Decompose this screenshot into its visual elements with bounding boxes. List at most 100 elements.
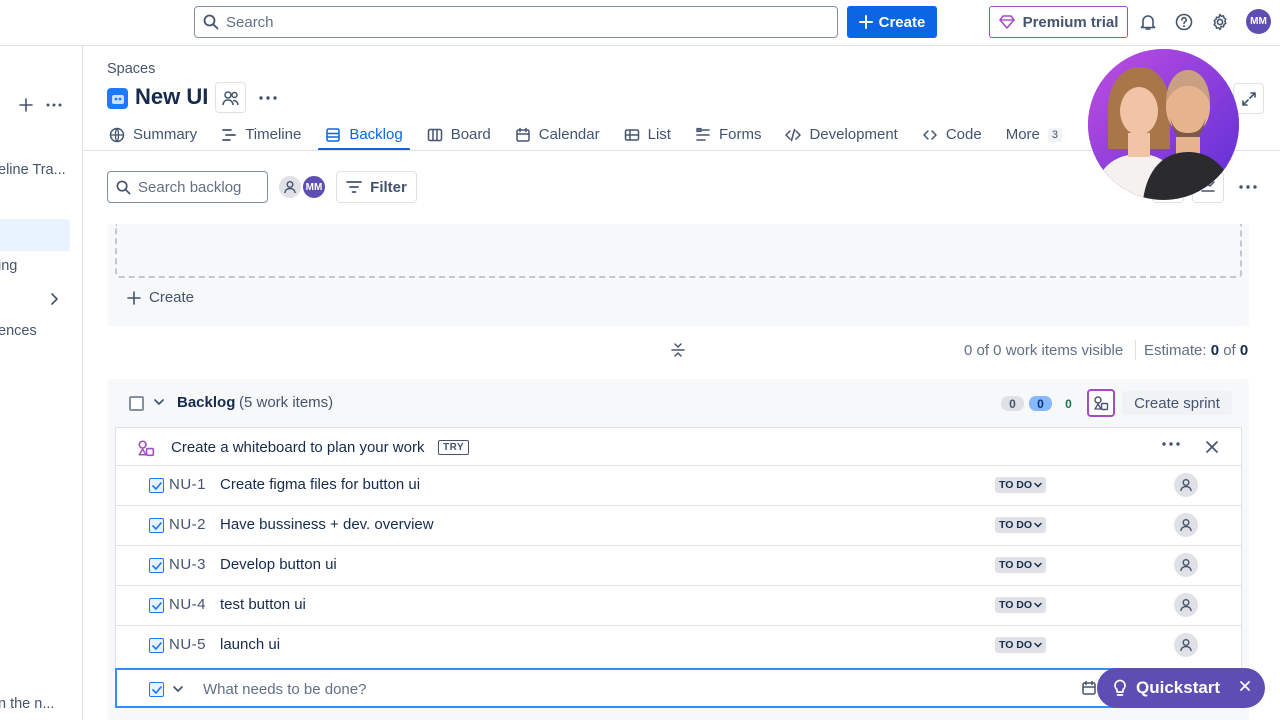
status-dropdown[interactable]: TO DO [995, 597, 1047, 613]
sidebar-item-references[interactable]: ences [0, 323, 37, 339]
settings-gear-icon[interactable] [1209, 11, 1231, 33]
global-search-input[interactable]: Search [194, 6, 838, 38]
quickstart-button[interactable]: Quickstart [1097, 668, 1265, 708]
diamond-icon [998, 15, 1015, 29]
tab-label: Summary [133, 126, 198, 143]
task-type-icon[interactable] [149, 682, 164, 697]
status-dropdown[interactable]: TO DO [995, 517, 1047, 533]
close-icon[interactable] [1205, 440, 1219, 454]
sidebar-item-planning[interactable]: ing [0, 258, 17, 274]
sidebar-item-active[interactable] [0, 219, 70, 251]
work-item-key[interactable]: NU-5 [169, 636, 206, 653]
sidebar-item-bottom[interactable]: n the n... [0, 696, 54, 712]
create-sprint-button[interactable]: Create sprint [1122, 391, 1232, 415]
backlog-select-checkbox[interactable] [129, 396, 144, 411]
sidebar-more-icon[interactable] [46, 103, 62, 107]
tab-forms[interactable]: Forms [686, 118, 771, 151]
chevron-down-icon[interactable] [172, 683, 184, 695]
table-row[interactable]: NU-3 Develop button ui TO DO [116, 546, 1241, 586]
new-work-item-input[interactable] [203, 677, 903, 701]
premium-trial-button[interactable]: Premium trial [989, 6, 1128, 38]
work-item-summary[interactable]: launch ui [220, 636, 280, 653]
work-item-key[interactable]: NU-3 [169, 556, 206, 573]
tab-backlog[interactable]: Backlog [316, 118, 411, 151]
status-dropdown[interactable]: TO DO [995, 477, 1047, 493]
sidebar-item-timeline[interactable]: eline Tra... [0, 162, 66, 178]
whiteboard-prompt-row: Create a whiteboard to plan your work TR… [116, 428, 1241, 466]
tab-board[interactable]: Board [418, 118, 500, 151]
unassigned-avatar-filter[interactable] [278, 175, 302, 199]
assignee-avatar[interactable] [1174, 593, 1198, 617]
person-icon [1180, 559, 1192, 572]
tab-code[interactable]: Code [913, 118, 991, 151]
tab-label: Forms [718, 126, 762, 143]
notifications-icon[interactable] [1137, 11, 1159, 33]
filter-button[interactable]: Filter [336, 171, 417, 203]
more-icon[interactable] [1162, 442, 1180, 446]
work-item-key[interactable]: NU-1 [169, 476, 206, 493]
chevron-down-icon[interactable] [152, 395, 166, 409]
work-item-summary[interactable]: Create figma files for button ui [220, 476, 420, 493]
assignee-avatar[interactable] [1174, 513, 1198, 537]
work-item-key[interactable]: NU-2 [169, 516, 206, 533]
tab-more-count: 3 [1047, 127, 1063, 142]
table-row[interactable]: NU-5 launch ui TO DO [116, 626, 1241, 666]
sprint-create-label: Create [149, 289, 195, 306]
estimate-of: of [1223, 342, 1236, 359]
work-item-summary[interactable]: Have bussiness + dev. overview [220, 516, 434, 533]
create-button[interactable]: Create [847, 6, 937, 38]
breadcrumb[interactable]: Spaces [107, 61, 155, 77]
sprint-drop-zone[interactable] [115, 224, 1242, 278]
status-dropdown[interactable]: TO DO [995, 637, 1047, 653]
table-row[interactable]: NU-4 test button ui TO DO [116, 586, 1241, 626]
sidebar: eline Tra... ing ences n the n... [0, 46, 83, 720]
tab-development[interactable]: Development [776, 118, 906, 151]
tab-label: Code [945, 126, 982, 143]
sidebar-chevron-right-icon[interactable] [49, 293, 59, 305]
tab-list[interactable]: List [615, 118, 680, 151]
assignee-avatar[interactable] [1174, 633, 1198, 657]
user-avatar-filter[interactable]: MM [302, 175, 326, 199]
tab-calendar[interactable]: Calendar [506, 118, 609, 151]
tab-more[interactable]: More 3 [997, 118, 1071, 151]
tab-timeline[interactable]: Timeline [212, 118, 310, 151]
sidebar-add-icon[interactable] [19, 98, 33, 112]
sprint-create-button[interactable]: Create [126, 289, 194, 306]
search-backlog-input[interactable]: Search backlog [107, 171, 268, 203]
more-actions-icon[interactable] [1232, 171, 1264, 203]
chevron-down-icon [1034, 642, 1042, 648]
user-avatar[interactable]: MM [1246, 9, 1271, 34]
whiteboard-button[interactable] [1087, 389, 1115, 417]
global-search-placeholder: Search [226, 13, 274, 31]
team-button[interactable] [215, 82, 246, 113]
backlog-icon [326, 127, 341, 142]
project-more-icon[interactable] [257, 88, 279, 108]
calendar-icon[interactable] [1081, 680, 1097, 696]
tab-summary[interactable]: Summary [100, 118, 206, 151]
whiteboard-prompt-link[interactable]: Create a whiteboard to plan your work [171, 439, 424, 456]
try-badge: TRY [438, 440, 470, 455]
task-type-icon [149, 478, 164, 493]
resize-handle-icon[interactable] [668, 340, 688, 360]
new-work-item-row[interactable] [115, 668, 1242, 708]
assignee-avatar[interactable] [1174, 553, 1198, 577]
estimate-label: Estimate: [1144, 342, 1207, 359]
status-dropdown[interactable]: TO DO [995, 557, 1047, 573]
work-item-summary[interactable]: test button ui [220, 596, 306, 613]
help-icon[interactable] [1173, 11, 1195, 33]
plus-icon [127, 290, 141, 305]
tab-label: Backlog [349, 126, 403, 143]
task-type-icon [149, 598, 164, 613]
code-icon [785, 128, 802, 141]
backlog-count: (5 work items) [239, 394, 334, 411]
tab-label: Timeline [245, 126, 302, 143]
search-icon [116, 180, 131, 194]
table-row[interactable]: NU-1 Create figma files for button ui TO… [116, 466, 1241, 506]
backlog-list: Create a whiteboard to plan your work TR… [115, 427, 1242, 669]
status-label: TO DO [999, 519, 1033, 531]
close-icon[interactable] [1239, 680, 1251, 692]
work-item-summary[interactable]: Develop button ui [220, 556, 337, 573]
assignee-avatar[interactable] [1174, 473, 1198, 497]
table-row[interactable]: NU-2 Have bussiness + dev. overview TO D… [116, 506, 1241, 546]
work-item-key[interactable]: NU-4 [169, 596, 206, 613]
